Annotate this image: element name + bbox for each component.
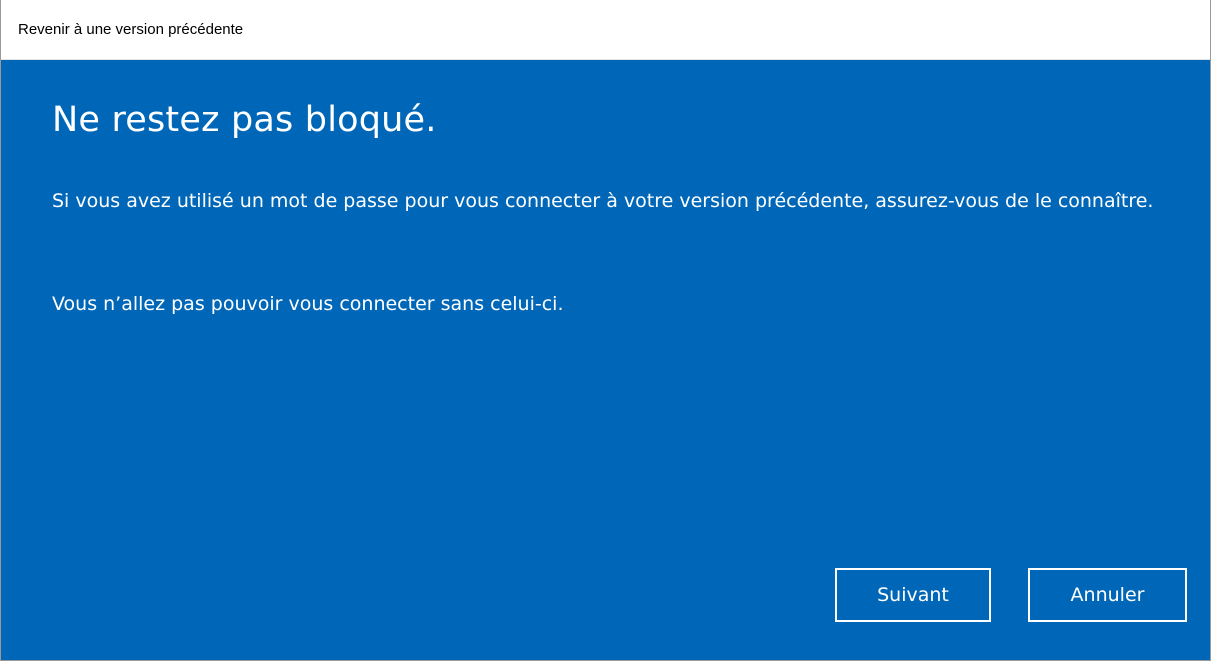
dialog-content: Ne restez pas bloqué. Si vous avez utili… xyxy=(1,60,1210,660)
next-button[interactable]: Suivant xyxy=(835,568,991,622)
cancel-button[interactable]: Annuler xyxy=(1028,568,1187,622)
signin-warning-text: Vous n’allez pas pouvoir vous connecter … xyxy=(52,293,564,315)
window-title: Revenir à une version précédente xyxy=(18,21,244,38)
page-title: Ne restez pas bloqué. xyxy=(52,100,437,140)
title-bar[interactable]: Revenir à une version précédente xyxy=(1,0,1210,60)
password-warning-text: Si vous avez utilisé un mot de passe pou… xyxy=(52,190,1154,212)
dialog-window: Revenir à une version précédente Ne rest… xyxy=(0,0,1211,661)
